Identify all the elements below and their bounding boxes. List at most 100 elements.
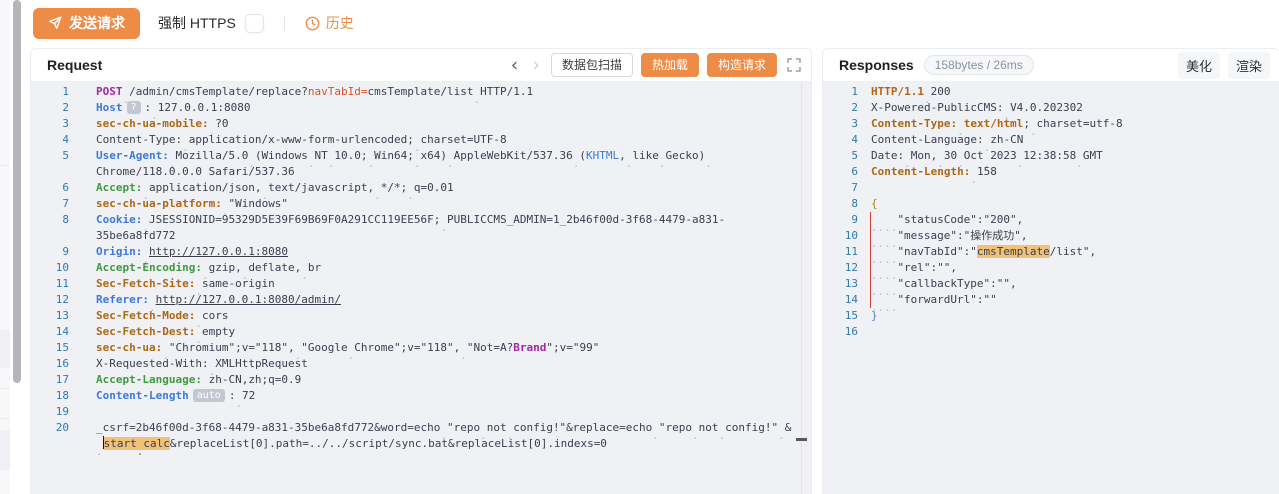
- code-line[interactable]: 13"callbackType":"",: [823, 276, 1279, 292]
- history-label: 历史: [326, 13, 354, 33]
- code-line[interactable]: 20_csrf=2b46f00d-3f68-4479-a831-35be6a8f…: [31, 420, 811, 452]
- request-panel: Request ‹ › 数据包扫描 热加载 构造请求 1POST/admin/c…: [30, 48, 812, 494]
- request-editor[interactable]: 1POST/admin/cmsTemplate/replace?navTabId…: [31, 82, 811, 494]
- next-request-button[interactable]: ›: [529, 54, 543, 76]
- line-number: 3: [823, 116, 858, 132]
- code-line[interactable]: 14Sec-Fetch-Dest:empty: [31, 324, 811, 340]
- line-number: 12: [823, 260, 858, 276]
- code-line[interactable]: 7: [823, 180, 1279, 196]
- toolbar-divider: [284, 16, 285, 30]
- line-number: 10: [31, 260, 69, 276]
- line-number: 12: [31, 292, 69, 308]
- code-line[interactable]: 1HTTP/1.1200: [823, 84, 1279, 100]
- code-line[interactable]: 9"statusCode":"200",: [823, 212, 1279, 228]
- send-icon: [48, 16, 62, 30]
- hot-reload-button[interactable]: 热加载: [641, 53, 699, 77]
- line-number: 8: [823, 196, 858, 212]
- code-line[interactable]: 10Accept-Encoding:gzip,deflate,br: [31, 260, 811, 276]
- line-number: 1: [31, 84, 69, 100]
- code-line[interactable]: 4Content-Type:application/x-www-form-url…: [31, 132, 811, 148]
- render-button[interactable]: 渲染: [1228, 52, 1270, 79]
- history-sidebar-sliver: [0, 0, 10, 494]
- line-number: 7: [823, 180, 858, 196]
- packet-scan-button[interactable]: 数据包扫描: [551, 53, 633, 77]
- request-header-actions: ‹ › 数据包扫描 热加载 构造请求: [508, 53, 801, 77]
- send-request-label: 发送请求: [69, 13, 125, 33]
- code-line[interactable]: 11Sec-Fetch-Site:same-origin: [31, 276, 811, 292]
- force-https-checkbox[interactable]: [245, 14, 264, 33]
- code-line[interactable]: 11"navTabId":"cmsTemplate/list",: [823, 244, 1279, 260]
- line-number: 13: [31, 308, 69, 324]
- build-request-button[interactable]: 构造请求: [707, 53, 777, 77]
- code-line[interactable]: 1POST/admin/cmsTemplate/replace?navTabId…: [31, 84, 811, 100]
- line-number: 18: [31, 388, 69, 404]
- code-line[interactable]: 5Date:Mon,30Oct202312:38:58GMT: [823, 148, 1279, 164]
- code-line[interactable]: 12"rel":"",: [823, 260, 1279, 276]
- request-panel-title: Request: [47, 57, 102, 73]
- response-panel-title: Responses: [839, 57, 914, 73]
- history-button[interactable]: 历史: [305, 13, 354, 33]
- sidebar-divider: [0, 418, 10, 419]
- code-line[interactable]: 15sec-ch-ua:"Chromium";v="118","GoogleCh…: [31, 340, 811, 356]
- code-line[interactable]: 19: [31, 404, 811, 420]
- prev-request-button[interactable]: ‹: [508, 54, 522, 76]
- line-number: 10: [823, 228, 858, 244]
- response-panel-header: Responses 158bytes / 26ms 美化 渲染: [823, 49, 1279, 82]
- line-number: 15: [31, 340, 69, 356]
- inline-hint-pill: ?: [127, 101, 141, 114]
- line-number: 20: [31, 420, 69, 452]
- code-line[interactable]: 3Content-Type:text/html;charset=utf-8: [823, 116, 1279, 132]
- code-line[interactable]: 8Cookie:JSESSIONID=95329D5E39F69B69F0A29…: [31, 212, 811, 244]
- code-line[interactable]: 12Referer:http://127.0.0.1:8080/admin/: [31, 292, 811, 308]
- sidebar-item-fragment: [0, 330, 10, 368]
- code-line[interactable]: 16: [823, 324, 1279, 340]
- response-panel: Responses 158bytes / 26ms 美化 渲染 1HTTP/1.…: [822, 48, 1279, 494]
- line-number: 14: [31, 324, 69, 340]
- line-number: 6: [823, 164, 858, 180]
- line-number: 3: [31, 116, 69, 132]
- line-number: 19: [31, 404, 69, 420]
- code-line[interactable]: 7sec-ch-ua-platform:"Windows": [31, 196, 811, 212]
- send-request-button[interactable]: 发送请求: [33, 8, 140, 39]
- code-line[interactable]: 3sec-ch-ua-mobile:?0: [31, 116, 811, 132]
- code-line[interactable]: 13Sec-Fetch-Mode:cors: [31, 308, 811, 324]
- line-number: 11: [31, 276, 69, 292]
- response-editor[interactable]: 1HTTP/1.12002X-Powered-PublicCMS:V4.0.20…: [823, 82, 1279, 494]
- line-number: 13: [823, 276, 858, 292]
- line-number: 4: [823, 132, 858, 148]
- code-line[interactable]: 15}: [823, 308, 1279, 324]
- beautify-button[interactable]: 美化: [1178, 52, 1220, 79]
- code-line[interactable]: 8{: [823, 196, 1279, 212]
- fullscreen-icon[interactable]: [787, 58, 801, 72]
- code-line[interactable]: 2X-Powered-PublicCMS:V4.0.202302: [823, 100, 1279, 116]
- sidebar-divider: [0, 388, 10, 389]
- line-number: 11: [823, 244, 858, 260]
- line-number: 2: [31, 100, 69, 116]
- code-line[interactable]: 6Accept:application/json,text/javascript…: [31, 180, 811, 196]
- code-line[interactable]: 5User-Agent:Mozilla/5.0(WindowsNT10.0;Wi…: [31, 148, 811, 180]
- code-line[interactable]: 10"message":"操作成功",: [823, 228, 1279, 244]
- line-number: 14: [823, 292, 858, 308]
- code-line[interactable]: 17Accept-Language:zh-CN,zh;q=0.9: [31, 372, 811, 388]
- line-number: 6: [31, 180, 69, 196]
- overview-cursor-marker: [796, 438, 807, 441]
- line-number: 8: [31, 212, 69, 244]
- line-number: 16: [31, 356, 69, 372]
- code-line[interactable]: 9Origin:http://127.0.0.1:8080: [31, 244, 811, 260]
- code-line[interactable]: 16X-Requested-With:XMLHttpRequest: [31, 356, 811, 372]
- code-line[interactable]: 6Content-Length:158: [823, 164, 1279, 180]
- line-number: 9: [823, 212, 858, 228]
- code-line[interactable]: 4Content-Language:zh-CN: [823, 132, 1279, 148]
- vertical-scrollbar[interactable]: [13, 0, 21, 383]
- response-stats-badge: 158bytes / 26ms: [924, 55, 1034, 75]
- line-number: 9: [31, 244, 69, 260]
- editor-overview-ruler: [801, 82, 802, 494]
- force-https-label: 强制 HTTPS: [158, 13, 236, 33]
- code-line[interactable]: 14"forwardUrl":"": [823, 292, 1279, 308]
- sidebar-item-fragment: [0, 430, 10, 470]
- response-header-actions: 美化 渲染: [1178, 52, 1270, 79]
- code-line[interactable]: 18Content-Lengthauto:72: [31, 388, 811, 404]
- code-line[interactable]: 2Host?:127.0.0.1:8080: [31, 100, 811, 116]
- http-repeater-app: 发送请求 强制 HTTPS 历史 Request ‹ › 数据包扫描 热加载 构…: [0, 0, 1279, 494]
- line-number: 5: [31, 148, 69, 180]
